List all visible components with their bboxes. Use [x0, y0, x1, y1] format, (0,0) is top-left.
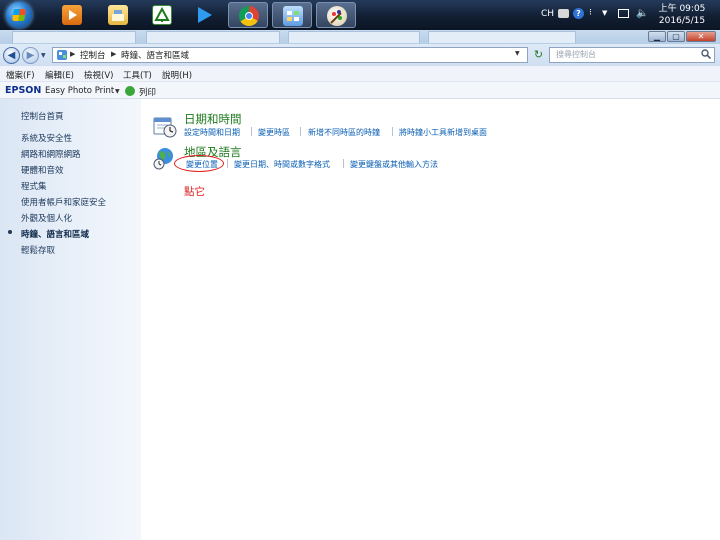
refresh-button[interactable]: ↻ — [531, 48, 546, 62]
paint-icon — [327, 6, 347, 26]
recent-pages-dropdown-icon[interactable]: ▼ — [41, 52, 46, 59]
link-separator — [392, 127, 393, 136]
epson-logo: EPSON — [5, 85, 42, 96]
menu-edit[interactable]: 編輯(E) — [45, 69, 74, 81]
network-icon[interactable] — [618, 9, 629, 18]
print-button[interactable]: 列印 — [139, 86, 156, 98]
taskbar-file-explorer-button[interactable] — [98, 2, 138, 28]
play-store-icon — [194, 5, 214, 25]
background-tab[interactable] — [12, 31, 136, 43]
active-item-bullet-icon — [8, 230, 12, 234]
close-button[interactable]: ✕ — [686, 31, 716, 42]
help-icon[interactable]: ? — [573, 8, 584, 19]
breadcrumb-current[interactable]: 時鐘、語言和區域 — [121, 49, 189, 61]
sidebar-item-clock-language-region[interactable]: 時鐘、語言和區域 — [21, 228, 89, 240]
sidebar-item-network-internet[interactable]: 網路和網際網路 — [21, 148, 81, 160]
date-time-title[interactable]: 日期和時間 — [184, 111, 242, 127]
background-tab[interactable] — [146, 31, 280, 43]
forward-button[interactable]: ▶ — [22, 47, 39, 64]
keyboard-icon[interactable] — [558, 9, 569, 18]
click-here-annotation: 點它 — [184, 186, 205, 198]
volume-icon[interactable]: 🔈 — [636, 8, 648, 19]
add-clock-gadget-link[interactable]: 將時鐘小工具新增到桌面 — [399, 127, 487, 138]
taskbar-tree-app-button[interactable] — [142, 2, 182, 28]
search-input[interactable]: 搜尋控制台 — [549, 47, 715, 63]
maximize-button[interactable]: ▢ — [667, 31, 685, 42]
taskbar-paint-button[interactable] — [316, 2, 356, 28]
region-language-icon — [153, 146, 177, 170]
add-clocks-link[interactable]: 新增不同時區的時鐘 — [308, 127, 380, 138]
clock-date: 2016/5/15 — [658, 16, 706, 26]
start-button[interactable] — [6, 2, 32, 28]
change-keyboards-input-link[interactable]: 變更鍵盤或其他輸入方法 — [350, 159, 438, 170]
back-button[interactable]: ◀ — [3, 47, 20, 64]
sidebar-item-user-accounts[interactable]: 使用者帳戶和家庭安全 — [21, 196, 106, 208]
control-panel-icon — [56, 49, 68, 61]
highlight-circle — [174, 155, 224, 172]
menu-tools[interactable]: 工具(T) — [123, 69, 152, 81]
taskbar-play-button[interactable] — [184, 2, 224, 28]
media-player-icon — [62, 5, 82, 25]
menu-view[interactable]: 檢視(V) — [84, 69, 113, 81]
link-separator — [227, 159, 228, 168]
taskbar-clock[interactable]: 上午 09:05 2016/5/15 — [654, 3, 710, 27]
tray-settings-icon[interactable]: ⁝ — [589, 8, 592, 18]
background-tab[interactable] — [428, 31, 576, 43]
date-time-icon — [153, 114, 177, 138]
chrome-icon — [239, 6, 259, 26]
taskbar-media-player-button[interactable] — [52, 2, 92, 28]
sidebar-item-appearance[interactable]: 外觀及個人化 — [21, 212, 72, 224]
menu-file[interactable]: 檔案(F) — [6, 69, 35, 81]
breadcrumb-separator-icon: ▶ — [70, 50, 76, 58]
tray-options-arrow-icon[interactable]: ▼ — [602, 9, 607, 17]
background-tab[interactable] — [288, 31, 420, 43]
menu-help[interactable]: 說明(H) — [162, 69, 192, 81]
sidebar-item-system-security[interactable]: 系統及安全性 — [21, 132, 72, 144]
address-history-dropdown-icon[interactable]: ▼ — [515, 50, 520, 57]
taskbar-control-panel-button[interactable] — [272, 2, 312, 28]
search-icon[interactable] — [701, 49, 712, 60]
minimize-button[interactable]: ▁ — [648, 31, 666, 42]
sidebar-item-hardware-sound[interactable]: 硬體和音效 — [21, 164, 64, 176]
link-separator — [343, 159, 344, 168]
taskbar: CH ? ⁝ ▼ 🔈 上午 09:05 2016/5/15 — [0, 0, 720, 30]
epson-dropdown-icon[interactable]: ▼ — [115, 88, 120, 95]
sidebar-item-programs[interactable]: 程式集 — [21, 180, 47, 192]
change-time-zone-link[interactable]: 變更時區 — [258, 127, 290, 138]
print-icon — [125, 86, 135, 96]
tree-icon — [152, 5, 172, 25]
folder-icon — [108, 5, 128, 25]
taskbar-chrome-button[interactable] — [228, 2, 268, 28]
breadcrumb-separator-icon: ▶ — [111, 50, 117, 58]
breadcrumb-root[interactable]: 控制台 — [80, 49, 106, 61]
address-field[interactable]: ▶ 控制台 ▶ 時鐘、語言和區域 ▼ — [52, 47, 528, 63]
sidebar-item-control-panel-home[interactable]: 控制台首頁 — [21, 110, 64, 122]
link-separator — [251, 127, 252, 136]
easy-photo-print-button[interactable]: Easy Photo Print — [45, 86, 114, 96]
change-date-time-number-formats-link[interactable]: 變更日期、時間或數字格式 — [234, 159, 330, 170]
control-panel-icon — [283, 6, 303, 26]
clock-time: 上午 09:05 — [658, 4, 706, 14]
link-separator — [300, 127, 301, 136]
set-time-date-link[interactable]: 設定時間和日期 — [184, 127, 240, 138]
sidebar-item-ease-of-access[interactable]: 輕鬆存取 — [21, 244, 55, 256]
input-language-indicator[interactable]: CH — [541, 9, 554, 19]
